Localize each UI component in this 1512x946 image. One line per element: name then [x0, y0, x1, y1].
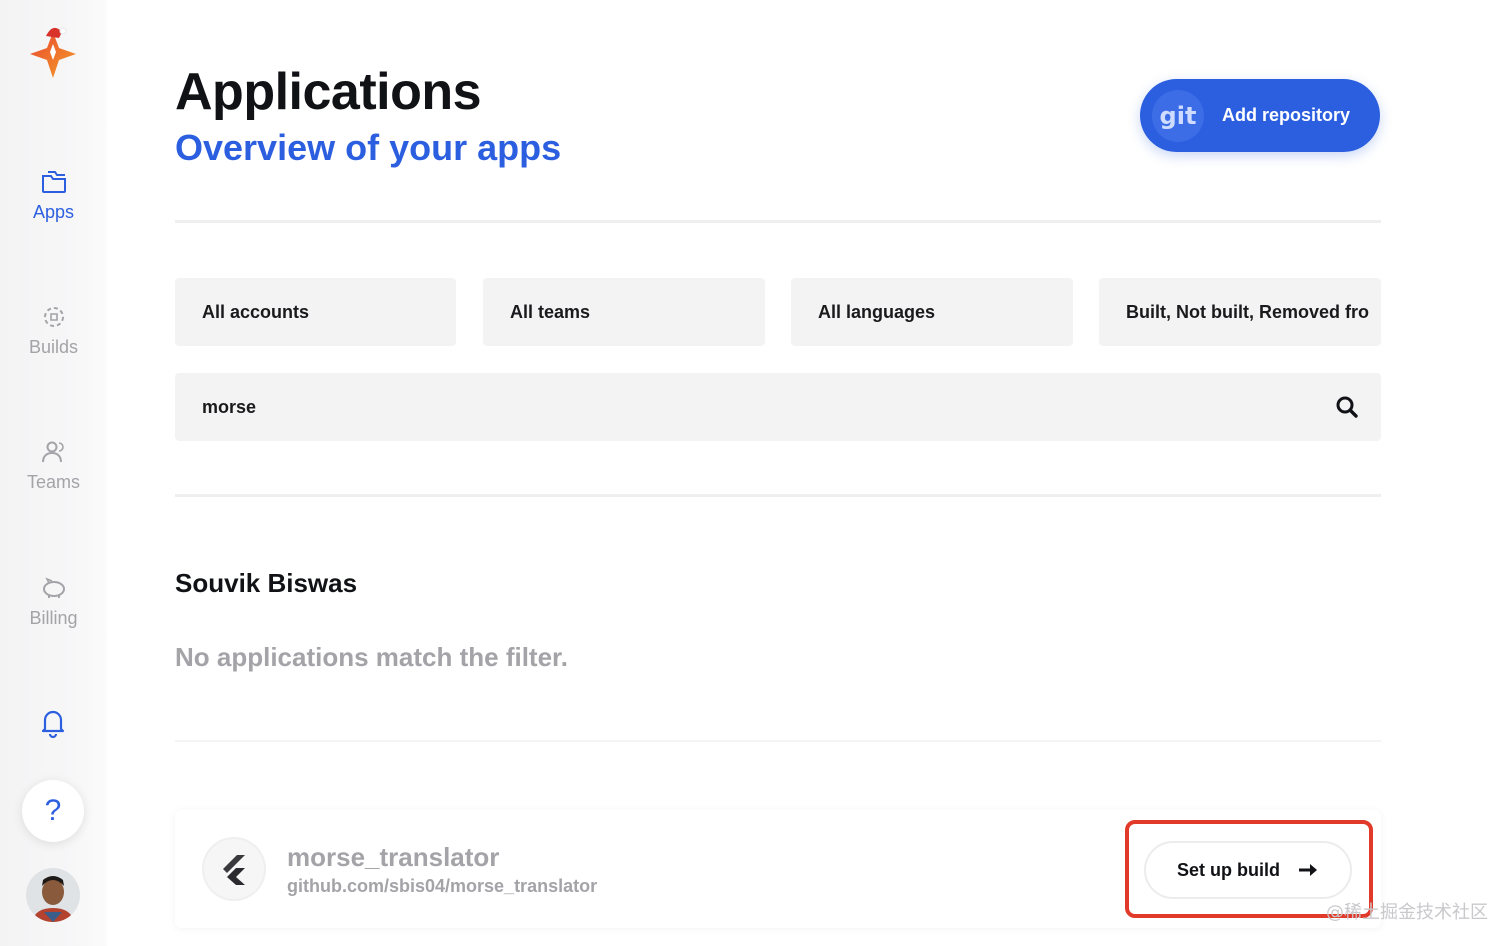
sidebar-item-teams[interactable]: Teams [0, 438, 107, 493]
sidebar-item-builds[interactable]: Builds [0, 303, 107, 358]
account-owner-heading: Souvik Biswas [175, 568, 358, 598]
page-title: Applications [175, 63, 482, 121]
sidebar-item-billing[interactable]: Billing [0, 574, 107, 629]
search-input[interactable] [175, 373, 1315, 441]
app-name[interactable]: morse_translator [287, 842, 499, 873]
filter-build-status[interactable]: Built, Not built, Removed fro [1099, 278, 1381, 346]
folder-icon [41, 171, 66, 193]
filter-accounts[interactable]: All accounts [175, 278, 456, 346]
filter-languages[interactable]: All languages [791, 278, 1073, 346]
add-repository-button[interactable]: git Add repository [1140, 79, 1380, 152]
divider [175, 220, 1381, 223]
help-button[interactable]: ? [22, 780, 84, 842]
empty-state-message: No applications match the filter. [175, 642, 568, 672]
avatar[interactable] [26, 868, 80, 922]
codemagic-logo[interactable] [26, 22, 80, 82]
search-icon[interactable] [1335, 395, 1359, 419]
watermark: @稀土掘金技术社区 [1326, 902, 1488, 923]
divider [175, 740, 1381, 742]
git-icon: git [1152, 89, 1204, 142]
search-bar [175, 373, 1381, 441]
bell-icon[interactable] [38, 707, 68, 739]
app-card: morse_translator github.com/sbis04/morse… [175, 810, 1381, 928]
piggy-bank-icon [42, 577, 65, 598]
set-up-build-button[interactable]: Set up build [1144, 841, 1352, 899]
sidebar: Apps Builds Teams Billing ? [0, 0, 107, 946]
page-subtitle: Overview of your apps [175, 127, 562, 168]
set-up-build-label: Set up build [1177, 859, 1280, 880]
teams-icon [41, 441, 64, 463]
divider [175, 494, 1381, 497]
sidebar-item-label: Apps [32, 202, 75, 222]
flutter-icon [223, 855, 245, 885]
filter-teams[interactable]: All teams [483, 278, 765, 346]
add-repository-label: Add repository [1222, 105, 1351, 125]
builds-icon [43, 307, 64, 327]
sidebar-item-apps[interactable]: Apps [0, 168, 107, 223]
app-repository-url: github.com/sbis04/morse_translator [287, 876, 598, 896]
sidebar-item-label: Teams [26, 472, 80, 492]
arrow-right-icon [1299, 864, 1317, 876]
sidebar-item-label: Builds [28, 337, 79, 357]
help-icon: ? [44, 794, 62, 827]
sidebar-item-label: Billing [29, 608, 78, 628]
flutter-app-icon [202, 837, 266, 901]
